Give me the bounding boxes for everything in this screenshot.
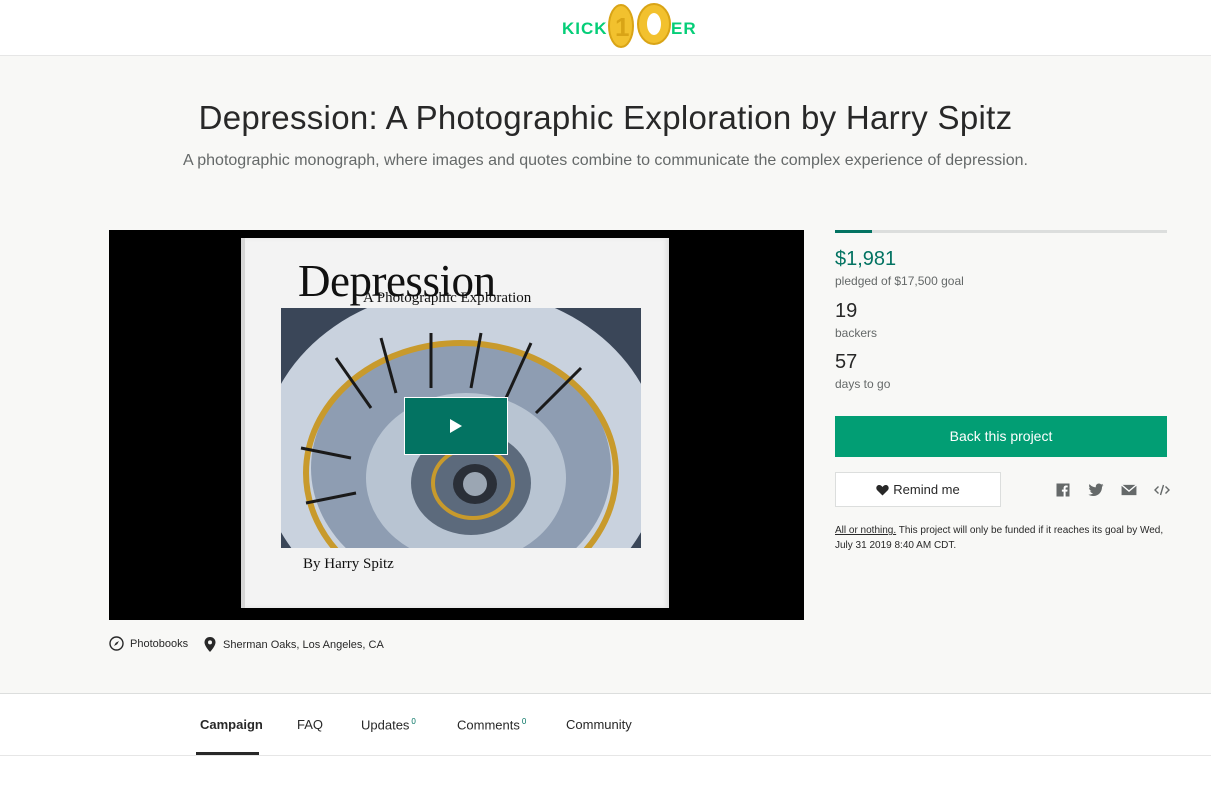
funding-progress-bar (835, 230, 1167, 233)
book-author: By Harry Spitz (303, 556, 394, 572)
location-link[interactable]: Sherman Oaks, Los Angeles, CA (203, 636, 384, 653)
tab-campaign[interactable]: Campaign (200, 717, 263, 732)
tab-faq[interactable]: FAQ (297, 717, 323, 732)
tab-faq-label: FAQ (297, 717, 324, 732)
days-left-label: days to go (835, 377, 891, 391)
days-left-count: 57 (835, 351, 858, 373)
svg-text:1: 1 (615, 12, 629, 42)
project-title: Depression: A Photographic Exploration b… (198, 99, 1013, 136)
kickstarter-logo[interactable]: KICK 1 ER (560, 2, 712, 52)
book-subtitle: A Photographic Exploration (363, 290, 532, 306)
backers-label: backers (835, 326, 878, 340)
tab-campaign-label: Campaign (200, 717, 263, 732)
tab-updates-label: Updates (361, 717, 410, 733)
project-blurb: A photographic monograph, where images a… (183, 152, 1028, 169)
heart-icon (876, 484, 889, 495)
all-or-nothing-link[interactable]: All or nothing. (835, 525, 896, 536)
project-tabs: Campaign FAQ Updates 0 Comments 0 Communit… (0, 695, 1211, 756)
project-video[interactable]: Depression A Photographic Exploration By… (109, 230, 804, 620)
tab-community[interactable]: Community (566, 717, 632, 732)
svg-text:KICK: KICK (562, 19, 608, 38)
tab-comments[interactable]: Comments 0 (457, 717, 526, 732)
top-bar: KICK 1 ER (0, 0, 1211, 56)
backers-count: 19 (835, 300, 858, 322)
email-icon[interactable] (1121, 483, 1137, 497)
compass-icon (109, 636, 124, 651)
back-this-project-button[interactable]: Back this project (835, 416, 1167, 457)
project-hero: Depression: A Photographic Exploration b… (0, 56, 1211, 694)
funding-progress-fill (835, 230, 872, 233)
pledged-goal-label: pledged of $17,500 goal (835, 274, 964, 288)
category-label: Photobooks (130, 637, 189, 650)
play-button[interactable] (404, 397, 508, 455)
tab-community-label: Community (566, 717, 632, 732)
play-icon (450, 419, 462, 433)
active-tab-indicator (196, 752, 259, 755)
location-label: Sherman Oaks, Los Angeles, CA (223, 638, 384, 651)
tab-comments-label: Comments (457, 717, 520, 733)
updates-count: 0 (411, 717, 416, 726)
funding-fine-print: All or nothing. This project will only b… (835, 523, 1167, 553)
svg-text:ER: ER (671, 19, 697, 38)
comments-count: 0 (521, 717, 527, 726)
pledged-amount: $1,981 (835, 248, 897, 270)
tab-updates[interactable]: Updates 0 (361, 717, 416, 732)
category-link[interactable]: Photobooks (109, 636, 188, 651)
twitter-icon[interactable] (1088, 483, 1104, 497)
embed-icon[interactable] (1154, 483, 1170, 497)
location-pin-icon (204, 637, 216, 652)
remind-me-button[interactable]: Remind me (835, 472, 1001, 507)
remind-me-label: Remind me (893, 482, 960, 497)
facebook-icon[interactable] (1055, 483, 1071, 497)
